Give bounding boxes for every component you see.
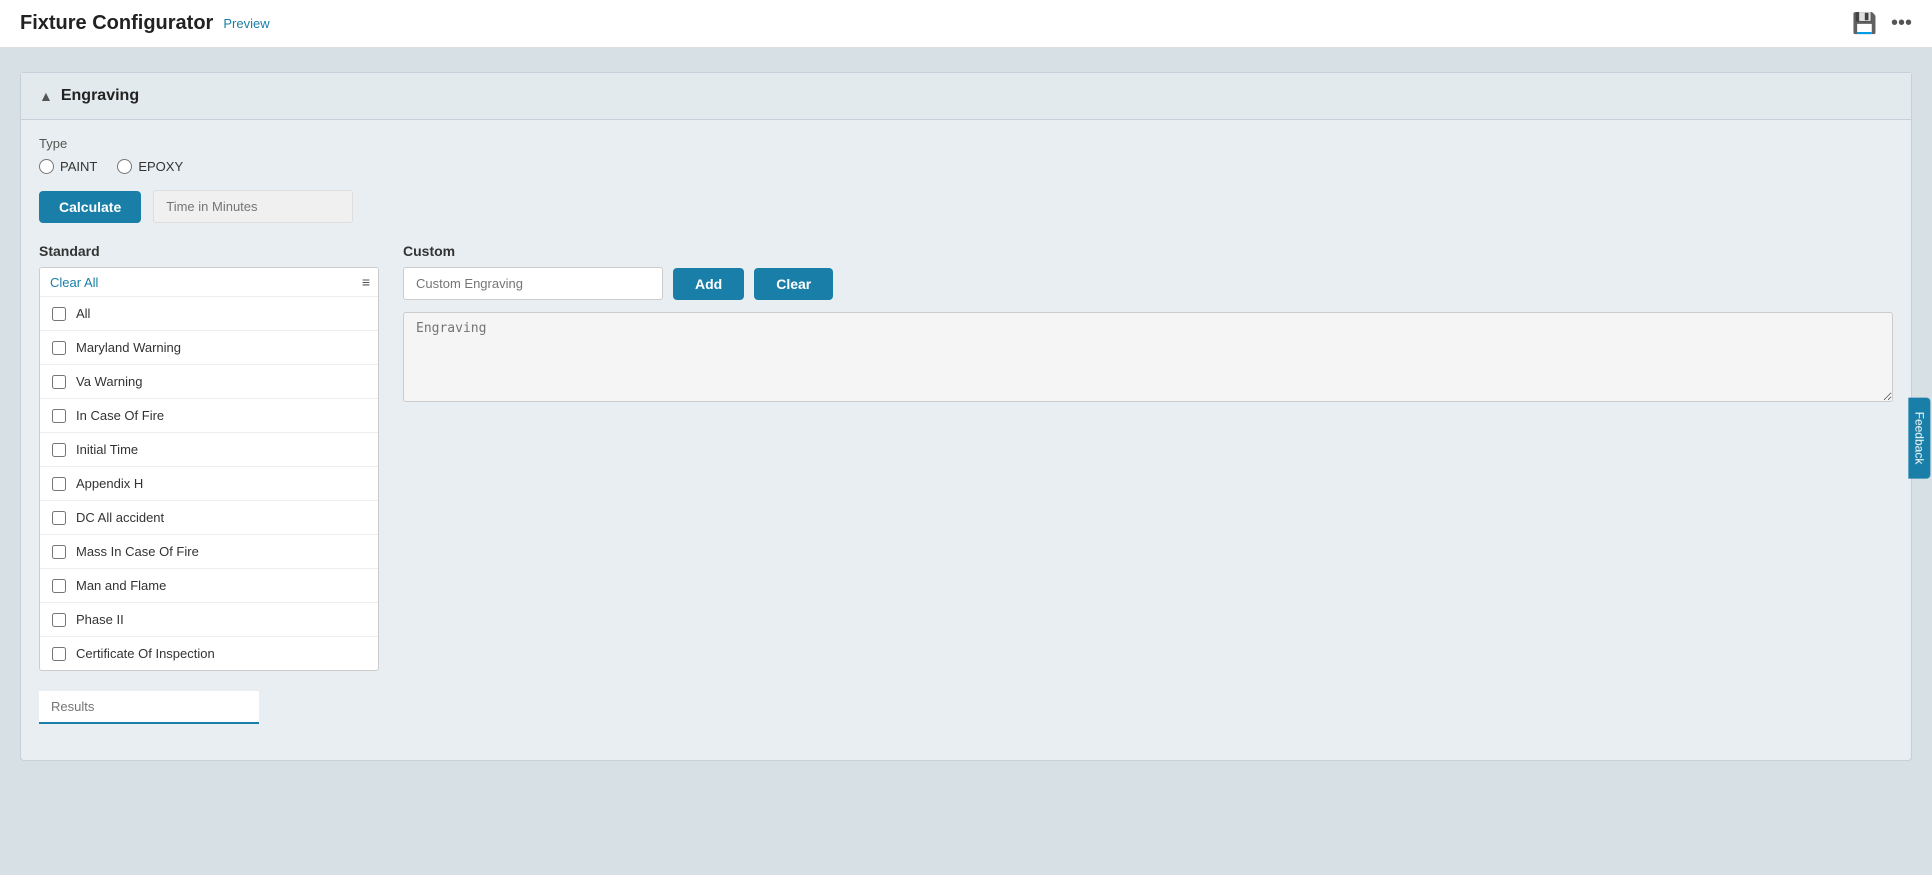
checkbox-label-phase-ii[interactable]: Phase II bbox=[76, 612, 124, 627]
checkbox-item-initial-time[interactable]: Initial Time bbox=[40, 433, 378, 467]
checkbox-in-case-of-fire[interactable] bbox=[52, 409, 66, 423]
calculate-row: Calculate bbox=[39, 190, 1893, 223]
more-options-icon[interactable]: ••• bbox=[1891, 12, 1912, 35]
checkbox-label-initial-time[interactable]: Initial Time bbox=[76, 442, 138, 457]
panel-header: ▲ Engraving bbox=[21, 73, 1911, 120]
checkbox-item-man-and-flame[interactable]: Man and Flame bbox=[40, 569, 378, 603]
checkbox-item-all[interactable]: All bbox=[40, 297, 378, 331]
clear-all-button[interactable]: Clear All bbox=[50, 275, 98, 290]
checkbox-item-appendix-h[interactable]: Appendix H bbox=[40, 467, 378, 501]
checkbox-item-in-case-of-fire[interactable]: In Case Of Fire bbox=[40, 399, 378, 433]
radio-epoxy[interactable]: EPOXY bbox=[117, 159, 183, 174]
checkbox-certificate-of-inspection[interactable] bbox=[52, 647, 66, 661]
checkbox-item-dc-all-accident[interactable]: DC All accident bbox=[40, 501, 378, 535]
preview-link[interactable]: Preview bbox=[223, 16, 269, 31]
two-column-layout: Standard Clear All ≡ All Maryland Warning… bbox=[39, 243, 1893, 671]
radio-paint-label[interactable]: PAINT bbox=[60, 159, 97, 174]
calculate-button[interactable]: Calculate bbox=[39, 191, 141, 223]
radio-epoxy-label[interactable]: EPOXY bbox=[138, 159, 183, 174]
checkbox-items-container: All Maryland Warning Va Warning In Case Of … bbox=[40, 297, 378, 670]
radio-epoxy-input[interactable] bbox=[117, 159, 132, 174]
clear-button[interactable]: Clear bbox=[754, 268, 833, 300]
checkbox-appendix-h[interactable] bbox=[52, 477, 66, 491]
checkbox-label-mass-in-case-of-fire[interactable]: Mass In Case Of Fire bbox=[76, 544, 199, 559]
checkbox-label-certificate-of-inspection[interactable]: Certificate Of Inspection bbox=[76, 646, 215, 661]
type-radio-group: PAINT EPOXY bbox=[39, 159, 1893, 174]
checkbox-maryland-warning[interactable] bbox=[52, 341, 66, 355]
checkbox-item-mass-in-case-of-fire[interactable]: Mass In Case Of Fire bbox=[40, 535, 378, 569]
standard-checkbox-list: Clear All ≡ All Maryland Warning Va Warnin… bbox=[39, 267, 379, 671]
results-row bbox=[39, 691, 1893, 724]
checkbox-item-phase-ii[interactable]: Phase II bbox=[40, 603, 378, 637]
checkbox-item-va-warning[interactable]: Va Warning bbox=[40, 365, 378, 399]
checkbox-label-maryland-warning[interactable]: Maryland Warning bbox=[76, 340, 181, 355]
filter-icon[interactable]: ≡ bbox=[362, 274, 370, 290]
checkbox-dc-all-accident[interactable] bbox=[52, 511, 66, 525]
checkbox-label-appendix-h[interactable]: Appendix H bbox=[76, 476, 143, 491]
checkbox-phase-ii[interactable] bbox=[52, 613, 66, 627]
checkbox-mass-in-case-of-fire[interactable] bbox=[52, 545, 66, 559]
checkbox-label-in-case-of-fire[interactable]: In Case Of Fire bbox=[76, 408, 164, 423]
app-title: Fixture Configurator bbox=[20, 12, 213, 35]
checkbox-label-man-and-flame[interactable]: Man and Flame bbox=[76, 578, 166, 593]
radio-paint-input[interactable] bbox=[39, 159, 54, 174]
add-button[interactable]: Add bbox=[673, 268, 744, 300]
save-icon[interactable]: 💾 bbox=[1852, 11, 1877, 36]
checkbox-label-va-warning[interactable]: Va Warning bbox=[76, 374, 142, 389]
engraving-panel: ▲ Engraving Type PAINT EPOXY Calculate bbox=[20, 72, 1912, 761]
feedback-tab[interactable]: Feedback bbox=[1909, 397, 1931, 478]
checkbox-item-certificate-of-inspection[interactable]: Certificate Of Inspection bbox=[40, 637, 378, 670]
checkbox-label-all[interactable]: All bbox=[76, 306, 90, 321]
custom-section-title: Custom bbox=[403, 243, 1893, 259]
checkbox-all[interactable] bbox=[52, 307, 66, 321]
standard-section-title: Standard bbox=[39, 243, 379, 259]
panel-body: Type PAINT EPOXY Calculate bbox=[21, 120, 1911, 740]
engraving-textarea[interactable] bbox=[403, 312, 1893, 402]
custom-input-row: Add Clear bbox=[403, 267, 1893, 300]
type-label: Type bbox=[39, 136, 1893, 151]
custom-section: Custom Add Clear bbox=[403, 243, 1893, 405]
results-input[interactable] bbox=[39, 691, 259, 724]
time-in-minutes-input[interactable] bbox=[153, 190, 353, 223]
radio-paint[interactable]: PAINT bbox=[39, 159, 97, 174]
checkbox-va-warning[interactable] bbox=[52, 375, 66, 389]
header-actions: 💾 ••• bbox=[1852, 11, 1912, 36]
filter-row: Clear All ≡ bbox=[40, 268, 378, 297]
app-header: Fixture Configurator Preview 💾 ••• bbox=[0, 0, 1932, 48]
standard-section: Standard Clear All ≡ All Maryland Warning… bbox=[39, 243, 379, 671]
panel-title: Engraving bbox=[61, 87, 139, 105]
checkbox-initial-time[interactable] bbox=[52, 443, 66, 457]
custom-engraving-input[interactable] bbox=[403, 267, 663, 300]
checkbox-man-and-flame[interactable] bbox=[52, 579, 66, 593]
checkbox-label-dc-all-accident[interactable]: DC All accident bbox=[76, 510, 164, 525]
collapse-chevron-icon[interactable]: ▲ bbox=[39, 88, 53, 104]
checkbox-item-maryland-warning[interactable]: Maryland Warning bbox=[40, 331, 378, 365]
main-content: ▲ Engraving Type PAINT EPOXY Calculate bbox=[0, 48, 1932, 785]
